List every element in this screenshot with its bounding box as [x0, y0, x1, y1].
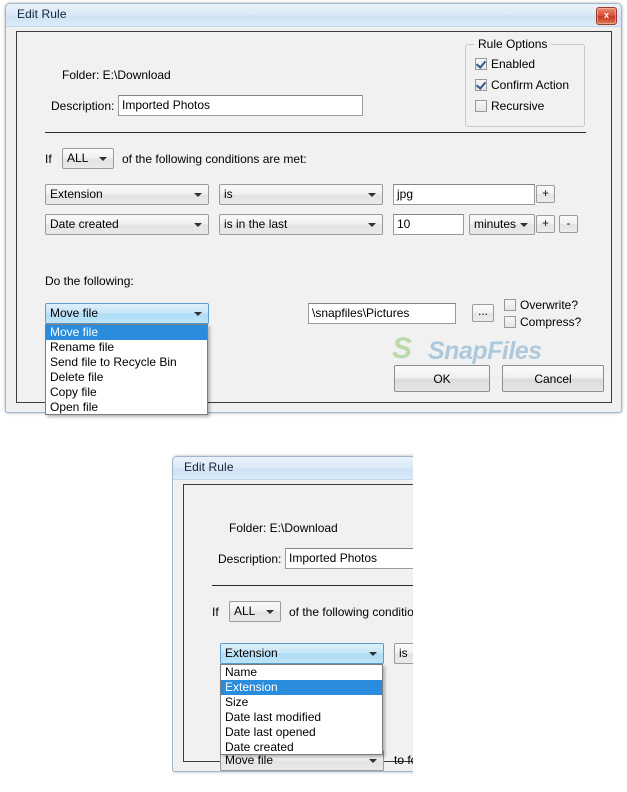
match-mode-value-secondary: ALL: [234, 604, 256, 618]
dropdown-option-name[interactable]: Name: [221, 665, 382, 680]
if-label: If: [45, 152, 52, 166]
checkbox-enabled[interactable]: Enabled: [475, 57, 535, 71]
condition-1-add-button[interactable]: +: [536, 185, 555, 203]
checkbox-confirm-action[interactable]: Confirm Action: [475, 78, 569, 92]
conditions-trailing-label: of the following conditions are met:: [122, 152, 307, 166]
dropdown-option-size[interactable]: Size: [221, 695, 382, 710]
chevron-down-icon: [369, 758, 377, 763]
edit-rule-dialog: Edit Rule x Folder: E:\Download Descript…: [5, 3, 622, 415]
condition-2-unit-value: minutes: [474, 217, 517, 231]
condition-2-operator-value: is in the last: [224, 217, 288, 231]
condition-1-field-combo[interactable]: Extension: [45, 184, 209, 205]
dropdown-option-rename-file[interactable]: Rename file: [46, 340, 207, 355]
description-input[interactable]: Imported Photos: [118, 95, 363, 116]
rule-options-title: Rule Options: [474, 37, 552, 51]
dropdown-option-send-to-recycle-bin[interactable]: Send file to Recycle Bin: [46, 355, 207, 370]
chevron-down-icon: [368, 222, 376, 227]
separator-top-secondary: [212, 585, 413, 586]
if-label-secondary: If: [212, 605, 219, 619]
folder-label-secondary: Folder: E:\Download: [229, 521, 338, 535]
chevron-down-icon: [368, 192, 376, 197]
to-folder-label-secondary: to folde: [394, 753, 413, 767]
chevron-down-icon: [99, 156, 107, 161]
dropdown-option-open-file[interactable]: Open file: [46, 400, 207, 414]
separator-top: [45, 132, 586, 133]
field-dropdown-list-secondary[interactable]: Name Extension Size Date last modified D…: [220, 664, 383, 755]
dropdown-option-move-file[interactable]: Move file: [46, 325, 207, 340]
dialog-client-area: Folder: E:\Download Description: Importe…: [16, 31, 612, 415]
close-icon[interactable]: x: [596, 7, 617, 25]
description-label: Description:: [51, 99, 115, 113]
dropdown-option-delete-file[interactable]: Delete file: [46, 370, 207, 385]
conditions-trailing-label-secondary: of the following conditions are: [289, 605, 413, 619]
field-combo-secondary[interactable]: Extension: [220, 643, 384, 664]
checkbox-recursive-box: [475, 100, 487, 112]
checkbox-overwrite[interactable]: Overwrite?: [504, 298, 578, 312]
operator-combo-secondary[interactable]: is: [394, 643, 413, 664]
chevron-down-icon: [369, 651, 377, 656]
dropdown-option-copy-file[interactable]: Copy file: [46, 385, 207, 400]
checkbox-recursive[interactable]: Recursive: [475, 99, 544, 113]
window-title-secondary: Edit Rule: [184, 460, 234, 474]
condition-2-add-button[interactable]: +: [536, 215, 555, 233]
dialog-client-area-secondary: Folder: E:\Download Description: Importe…: [183, 484, 413, 771]
dropdown-option-date-last-opened[interactable]: Date last opened: [221, 725, 382, 740]
condition-2-value-input[interactable]: 10: [393, 214, 464, 235]
checkbox-compress-box: [504, 316, 516, 328]
condition-2-field-value: Date created: [50, 217, 119, 231]
condition-2-field-combo[interactable]: Date created: [45, 214, 209, 235]
checkbox-recursive-label: Recursive: [491, 99, 545, 113]
action-combo-value-secondary: Move file: [225, 753, 274, 767]
browse-button[interactable]: ...: [472, 304, 494, 322]
target-path-input[interactable]: \snapfiles\Pictures: [308, 303, 456, 324]
chevron-down-icon: [194, 192, 202, 197]
match-mode-value: ALL: [67, 151, 89, 165]
action-heading: Do the following:: [45, 274, 134, 288]
screenshot-canvas: Edit Rule x Folder: E:\Download Descript…: [0, 0, 627, 792]
rule-options-group: Rule Options Enabled Confirm Action Recu…: [465, 37, 585, 127]
description-label-secondary: Description:: [218, 552, 282, 566]
action-combo-value: Move file: [50, 306, 99, 320]
dropdown-option-date-created[interactable]: Date created: [221, 740, 382, 754]
match-mode-combo-secondary[interactable]: ALL: [229, 601, 281, 622]
condition-2-operator-combo[interactable]: is in the last: [219, 214, 383, 235]
condition-1-field-value: Extension: [50, 187, 103, 201]
checkbox-overwrite-label: Overwrite?: [520, 298, 579, 312]
checkbox-overwrite-box: [504, 299, 516, 311]
condition-2-unit-combo[interactable]: minutes: [469, 214, 535, 235]
condition-1-operator-combo[interactable]: is: [219, 184, 383, 205]
match-mode-combo[interactable]: ALL: [62, 148, 114, 169]
condition-1-operator-value: is: [224, 187, 233, 201]
chevron-down-icon: [194, 311, 202, 316]
chevron-down-icon: [194, 222, 202, 227]
checkbox-enabled-box: [475, 58, 487, 70]
description-input-secondary[interactable]: Imported Photos: [285, 548, 413, 569]
dropdown-option-date-last-modified[interactable]: Date last modified: [221, 710, 382, 725]
watermark-logo-icon: S: [392, 332, 413, 365]
checkbox-confirm-action-box: [475, 79, 487, 91]
ok-button[interactable]: OK: [394, 365, 490, 392]
operator-combo-value-secondary: is: [399, 646, 408, 660]
action-combo[interactable]: Move file: [45, 303, 209, 324]
folder-label: Folder: E:\Download: [62, 68, 171, 82]
window-title: Edit Rule: [17, 7, 67, 21]
checkbox-compress-label: Compress?: [520, 315, 582, 329]
checkbox-compress[interactable]: Compress?: [504, 315, 581, 329]
checkbox-enabled-label: Enabled: [491, 57, 536, 71]
title-bar: Edit Rule x: [6, 4, 621, 27]
condition-1-value-input[interactable]: jpg: [393, 184, 535, 205]
watermark-text: SnapFiles: [428, 337, 542, 365]
chevron-down-icon: [266, 609, 274, 614]
lower-dialog-crop: Edit Rule Folder: E:\Download Descriptio…: [172, 452, 413, 776]
dropdown-option-extension[interactable]: Extension: [221, 680, 382, 695]
action-dropdown-list[interactable]: Move file Rename file Send file to Recyc…: [45, 324, 208, 415]
chevron-down-icon: [520, 222, 528, 227]
cancel-button[interactable]: Cancel: [502, 365, 604, 392]
condition-2-remove-button[interactable]: -: [559, 215, 578, 233]
edit-rule-dialog-secondary: Edit Rule Folder: E:\Download Descriptio…: [172, 456, 413, 772]
checkbox-confirm-action-label: Confirm Action: [491, 78, 570, 92]
title-bar-secondary: Edit Rule: [173, 457, 413, 480]
field-combo-value-secondary: Extension: [225, 646, 278, 660]
